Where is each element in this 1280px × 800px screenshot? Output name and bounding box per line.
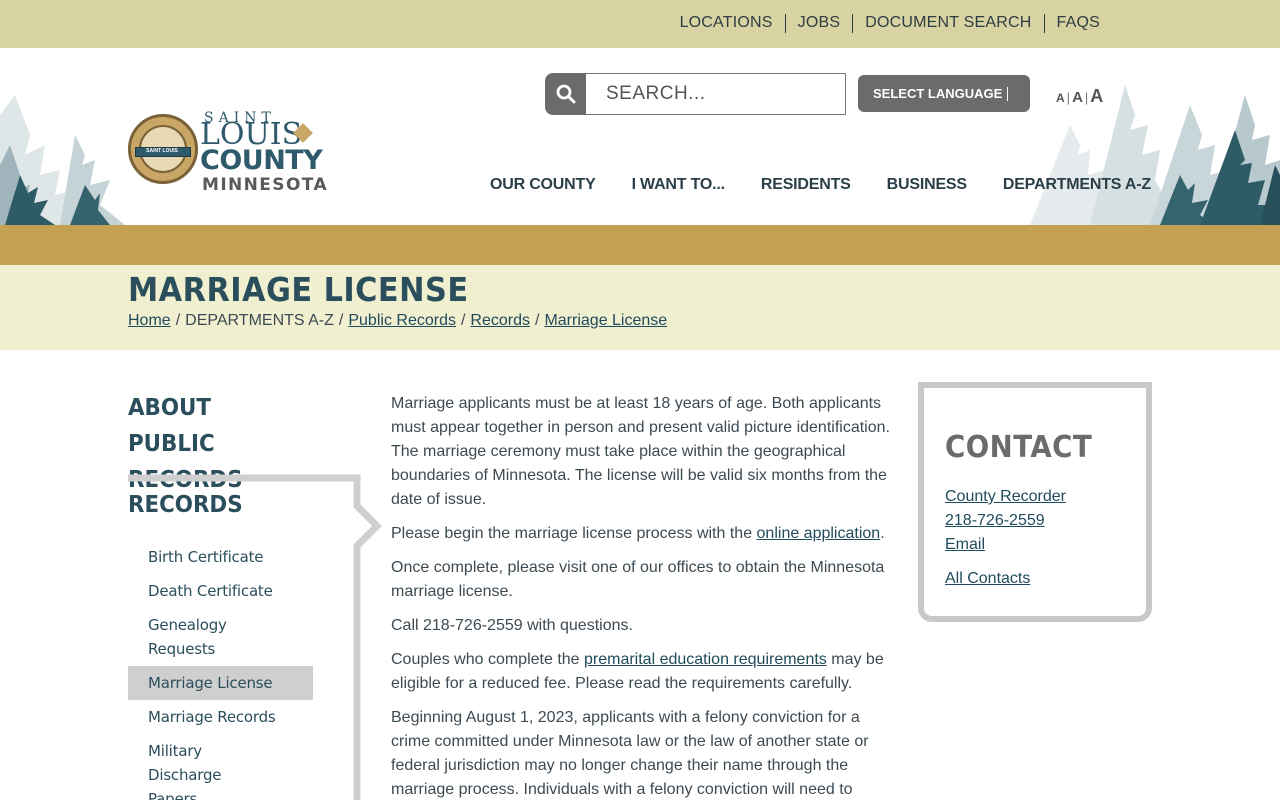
contact-spacer <box>945 557 1146 567</box>
trees-right-decoration <box>1030 85 1280 225</box>
main-nav-i-want-to[interactable]: I WANT TO... <box>632 176 726 194</box>
content-paragraph: Once complete, please visit one of our o… <box>391 559 885 600</box>
breadcrumb-separator: / <box>338 312 344 329</box>
gold-band-divider <box>0 225 1280 265</box>
sidebar-item-genealogy-requests[interactable]: Genealogy Requests <box>128 608 248 666</box>
main-nav: OUR COUNTY I WANT TO... RESIDENTS BUSINE… <box>490 176 1187 194</box>
content-text: . <box>880 525 885 542</box>
utility-link-document-search[interactable]: DOCUMENT SEARCH <box>853 13 1043 33</box>
text-size-separator: | <box>1066 90 1071 105</box>
sidebar-item-birth-certificate[interactable]: Birth Certificate <box>128 540 313 574</box>
page-title-band: MARRIAGE LICENSE Home / DEPARTMENTS A-Z … <box>0 265 1280 350</box>
county-seal-icon: SAINT LOUIS <box>128 114 198 184</box>
contact-phone-link[interactable]: 218-726-2559 <box>945 509 1146 533</box>
text-size-controls: A | A | A <box>1056 86 1103 108</box>
breadcrumb: Home / DEPARTMENTS A-Z / Public Records … <box>128 312 667 330</box>
breadcrumb-public-records[interactable]: Public Records <box>348 312 456 330</box>
utility-link-locations[interactable]: LOCATIONS <box>668 13 785 33</box>
sidebar-item-marriage-records[interactable]: Marriage Records <box>128 700 313 734</box>
utility-link-jobs[interactable]: JOBS <box>786 13 853 33</box>
main-nav-departments-a-z[interactable]: DEPARTMENTS A-Z <box>1003 176 1151 194</box>
search-icon <box>556 84 575 104</box>
search-button[interactable] <box>545 73 586 115</box>
utility-nav: LOCATIONS JOBS DOCUMENT SEARCH FAQS <box>668 13 1112 33</box>
sidebar-item-marriage-license[interactable]: Marriage License <box>128 666 313 700</box>
contact-box: CONTACT County Recorder 218-726-2559 Ema… <box>918 382 1152 622</box>
sidebar-item-death-certificate[interactable]: Death Certificate <box>128 574 313 608</box>
breadcrumb-separator: / <box>460 312 466 329</box>
premarital-education-link[interactable]: premarital education requirements <box>584 651 827 668</box>
content-text: Couples who complete the <box>391 651 584 668</box>
content-paragraph: Call 218-726-2559 with questions. <box>391 617 633 634</box>
page-title: MARRIAGE LICENSE <box>128 270 469 309</box>
utility-link-faqs[interactable]: FAQS <box>1045 13 1112 33</box>
contact-title: CONTACT <box>945 430 1093 465</box>
select-language-label: SELECT LANGUAGE <box>873 86 1003 101</box>
text-size-medium[interactable]: A <box>1072 88 1083 108</box>
site-header: SAINT LOUIS SAINT LOUIS COUNTY MINNESOTA… <box>0 48 1280 225</box>
breadcrumb-separator: / <box>175 312 181 329</box>
content-paragraph: Couples who complete the premarital educ… <box>391 648 896 696</box>
sidebar: ABOUT PUBLIC RECORDS RECORDS Birth Certi… <box>128 390 383 800</box>
logo-text-county: COUNTY <box>200 145 323 176</box>
utility-bar: LOCATIONS JOBS DOCUMENT SEARCH FAQS <box>0 0 1280 48</box>
contact-email-link[interactable]: Email <box>945 533 1146 557</box>
contact-office-link[interactable]: County Recorder <box>945 485 1146 509</box>
sidebar-heading-records[interactable]: RECORDS <box>128 492 243 518</box>
language-divider <box>1007 86 1009 101</box>
content-paragraph: Marriage applicants must be at least 18 … <box>391 395 890 508</box>
search-bar <box>545 73 846 115</box>
breadcrumb-current[interactable]: Marriage License <box>544 312 667 330</box>
seal-text: SAINT LOUIS <box>146 148 178 154</box>
main-nav-residents[interactable]: RESIDENTS <box>761 176 851 194</box>
breadcrumb-home[interactable]: Home <box>128 312 171 330</box>
text-size-separator: | <box>1084 90 1089 105</box>
all-contacts-link[interactable]: All Contacts <box>945 567 1146 591</box>
select-language-button[interactable]: SELECT LANGUAGE <box>858 75 1030 112</box>
trees-left-decoration <box>0 95 125 225</box>
main-nav-our-county[interactable]: OUR COUNTY <box>490 176 596 194</box>
breadcrumb-departments: DEPARTMENTS A-Z <box>185 312 334 329</box>
site-logo[interactable]: SAINT LOUIS SAINT LOUIS COUNTY MINNESOTA <box>128 110 338 198</box>
breadcrumb-records[interactable]: Records <box>470 312 530 330</box>
text-size-large[interactable]: A <box>1090 86 1103 106</box>
main-content: Marriage applicants must be at least 18 … <box>391 392 896 800</box>
content-paragraph: Please begin the marriage license proces… <box>391 522 896 546</box>
sidebar-list: Birth Certificate Death Certificate Gene… <box>128 540 313 800</box>
content-paragraph: Beginning August 1, 2023, applicants wit… <box>391 709 869 798</box>
sidebar-item-military-discharge-papers[interactable]: Military Discharge Papers <box>128 734 278 800</box>
content-text: Please begin the marriage license proces… <box>391 525 757 542</box>
breadcrumb-separator: / <box>535 312 540 329</box>
logo-text-minnesota: MINNESOTA <box>202 175 329 195</box>
text-size-small[interactable]: A <box>1056 88 1065 108</box>
main-nav-business[interactable]: BUSINESS <box>887 176 967 194</box>
search-input[interactable] <box>586 73 846 115</box>
online-application-link[interactable]: online application <box>757 525 881 542</box>
